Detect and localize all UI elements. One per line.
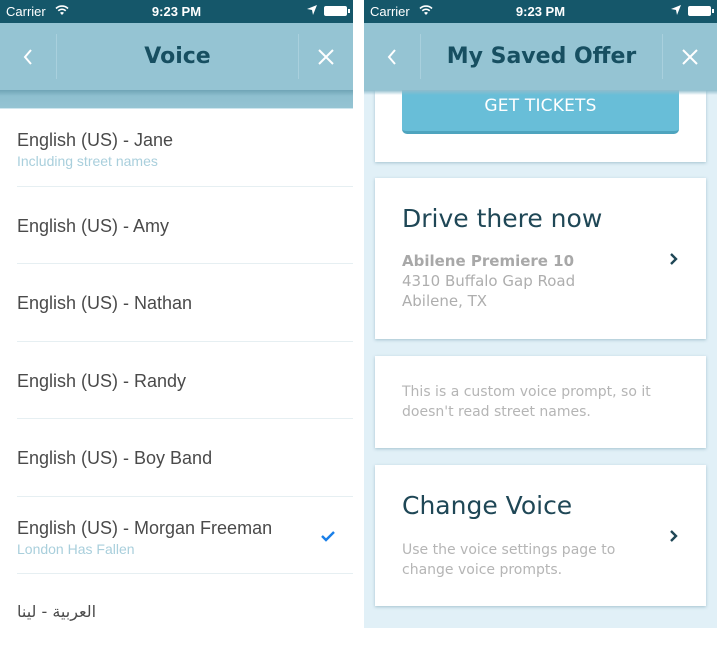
status-bar: Carrier 9:23 PM (0, 0, 353, 23)
chevron-right-icon (670, 253, 678, 265)
voice-subtitle: Including street names (17, 153, 158, 169)
location-arrow-icon (671, 5, 681, 15)
voice-note-text: This is a custom voice prompt, so it doe… (402, 384, 651, 420)
change-voice-heading: Change Voice (402, 491, 573, 520)
page-title: My Saved Offer (446, 44, 637, 69)
voice-option-amy[interactable]: English (US) - Amy (17, 187, 353, 264)
chevron-left-icon (23, 48, 32, 65)
get-tickets-button[interactable]: GET TICKETS (402, 90, 679, 134)
close-icon (682, 48, 698, 65)
status-bar: Carrier 9:23 PM (364, 0, 717, 23)
close-button[interactable] (299, 23, 353, 90)
page-title: Voice (144, 44, 211, 69)
voice-option-nathan[interactable]: English (US) - Nathan (17, 264, 353, 342)
location-arrow-icon (307, 5, 317, 15)
offer-content: GET TICKETS Drive there now Abilene Prem… (364, 90, 717, 628)
voice-note-card: This is a custom voice prompt, so it doe… (375, 356, 706, 448)
voice-list: English (US) - Jane Including street nam… (0, 109, 353, 652)
battery-icon (324, 6, 350, 16)
venue-name: Abilene Premiere 10 (402, 252, 575, 270)
tickets-card: GET TICKETS (375, 90, 706, 162)
chevron-left-icon (387, 48, 396, 65)
venue-address-line2: Abilene, TX (402, 292, 488, 310)
voice-name: English (US) - Nathan (17, 293, 193, 313)
nav-bar: My Saved Offer (364, 23, 717, 90)
status-time: 9:23 PM (515, 4, 566, 19)
voice-option-randy[interactable]: English (US) - Randy (17, 342, 353, 419)
voice-name: العربية - لينا (17, 602, 97, 621)
status-time: 9:23 PM (151, 4, 202, 19)
chevron-right-icon (670, 530, 678, 542)
voice-option-arabic-lina[interactable]: العربية - لينا (17, 574, 353, 652)
voice-name: English (US) - Jane (17, 130, 174, 150)
voice-name: English (US) - Boy Band (17, 448, 213, 468)
voice-name: English (US) - Morgan Freeman (17, 517, 273, 538)
drive-heading: Drive there now (402, 204, 603, 233)
close-icon (318, 48, 334, 65)
change-voice-description: Use the voice settings page to change vo… (402, 542, 616, 578)
battery-icon (688, 6, 714, 16)
saved-offer-screen: Carrier 9:23 PM My Saved Offer GET TICKE… (364, 0, 717, 665)
nav-bar: Voice (0, 23, 353, 90)
venue-address-line1: 4310 Buffalo Gap Road (402, 272, 576, 290)
voice-option-morgan-freeman[interactable]: English (US) - Morgan Freeman London Has… (17, 497, 353, 574)
header-shadow (364, 90, 717, 95)
voice-subtitle: London Has Fallen (17, 540, 135, 557)
drive-there-card[interactable]: Drive there now Abilene Premiere 10 4310… (375, 178, 706, 339)
back-button[interactable] (364, 23, 420, 90)
voice-name: English (US) - Amy (17, 215, 170, 236)
close-button[interactable] (663, 23, 717, 90)
voice-name: English (US) - Randy (17, 370, 187, 391)
header-shadow-strip (0, 90, 353, 109)
voice-option-jane[interactable]: English (US) - Jane Including street nam… (17, 109, 353, 187)
change-voice-card[interactable]: Change Voice Use the voice settings page… (375, 465, 706, 606)
back-button[interactable] (0, 23, 56, 90)
voice-option-boy-band[interactable]: English (US) - Boy Band (17, 419, 353, 497)
voice-screen: Carrier 9:23 PM Voice English (US) - Jan… (0, 0, 353, 665)
checkmark-icon (321, 530, 335, 542)
